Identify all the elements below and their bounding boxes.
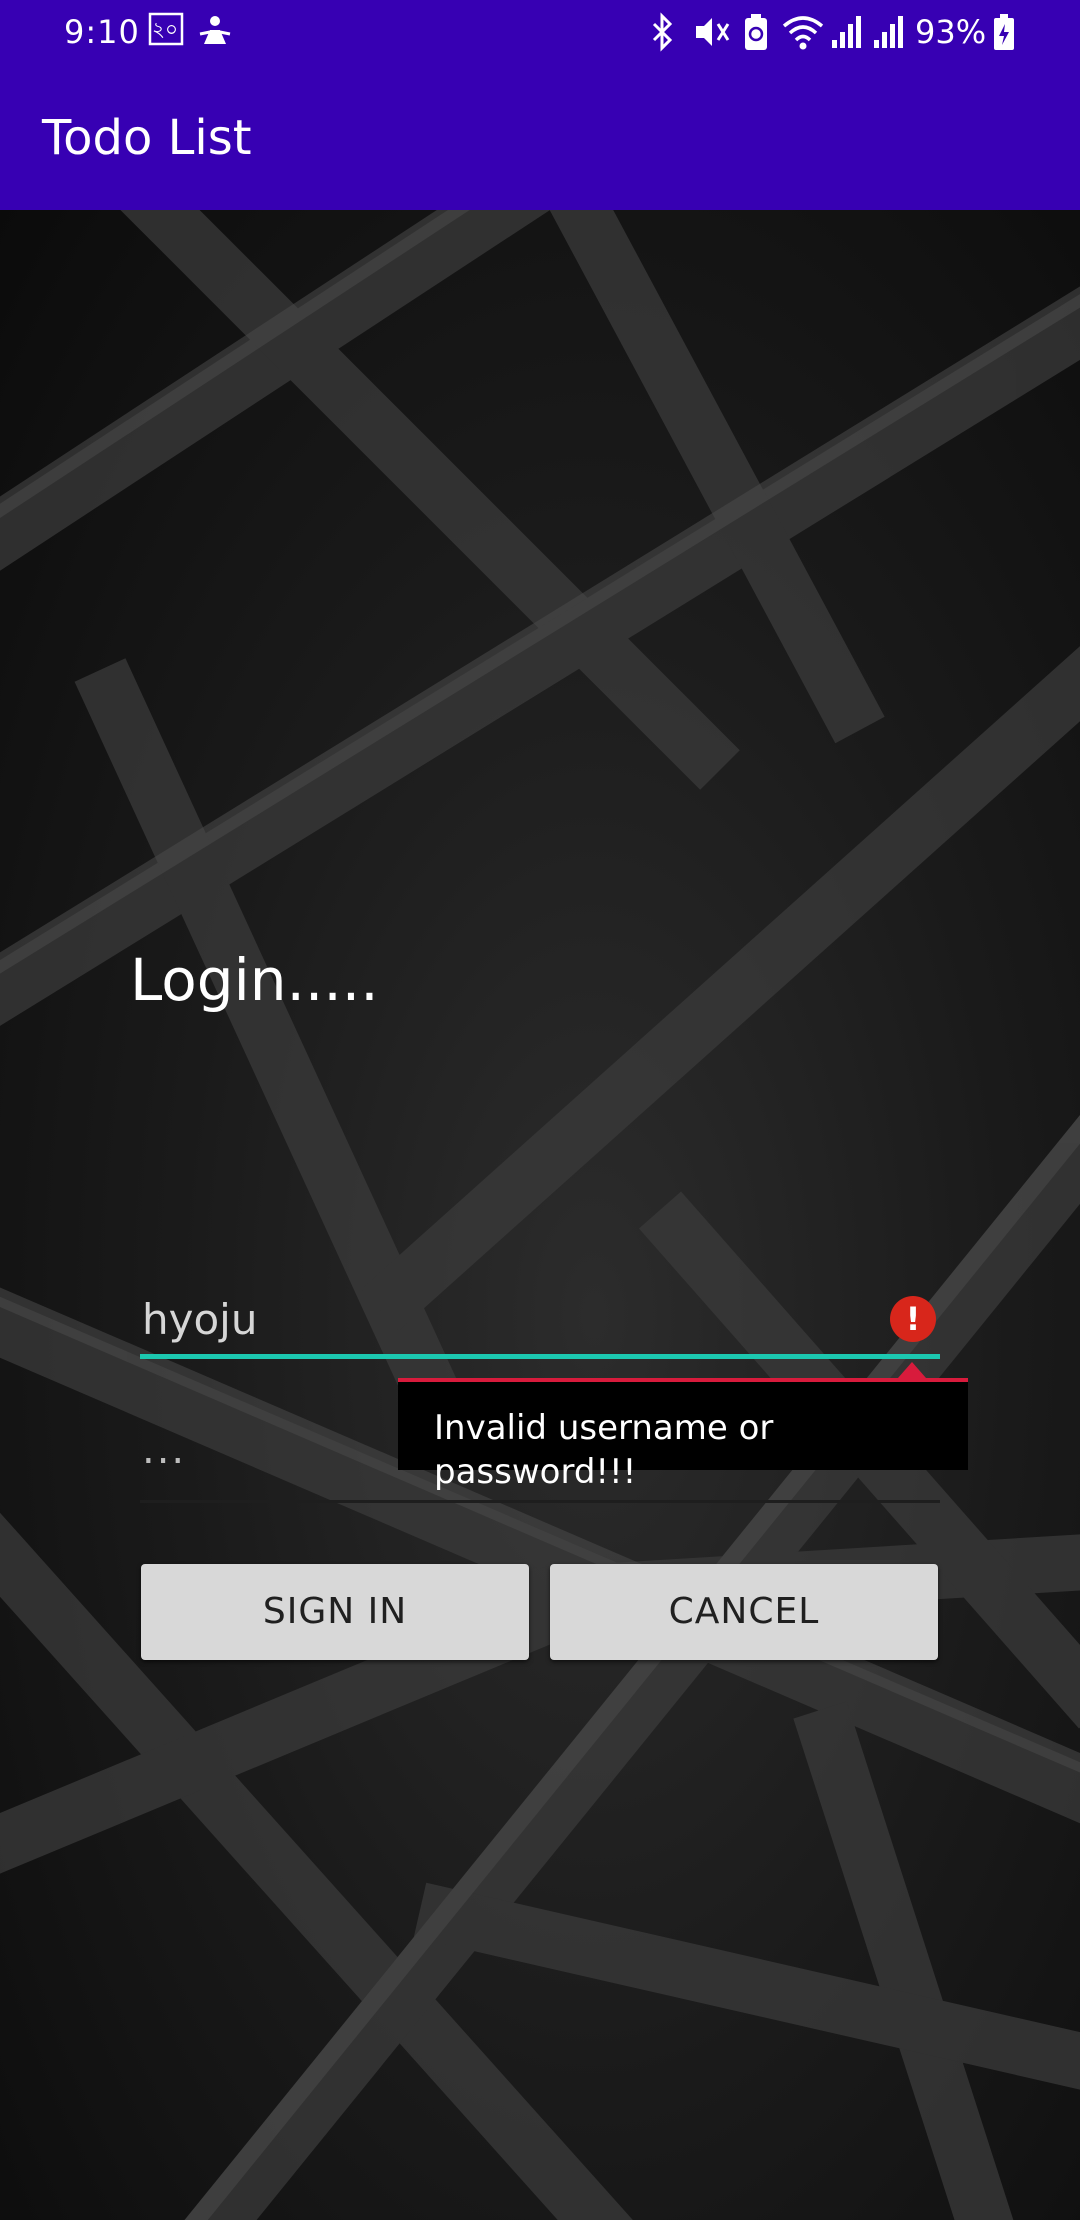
mute-icon: [692, 12, 732, 52]
wifi-icon: [780, 12, 826, 52]
signal-icon: [830, 12, 866, 52]
password-underline: [140, 1500, 940, 1503]
username-field[interactable]: hyoju !: [140, 1280, 940, 1360]
signal-icon: [872, 12, 908, 52]
sign-in-button[interactable]: SIGN IN: [141, 1564, 529, 1660]
notification-badge-text: ২০: [152, 17, 179, 41]
bluetooth-icon: [648, 12, 678, 52]
cancel-button[interactable]: CANCEL: [550, 1564, 938, 1660]
error-tooltip-arrow: [898, 1362, 926, 1378]
username-underline: [140, 1354, 940, 1359]
status-time: 9:10: [64, 13, 140, 51]
error-icon: !: [890, 1296, 936, 1342]
username-input[interactable]: hyoju: [142, 1290, 257, 1350]
error-message: Invalid username or password!!!: [434, 1408, 774, 1492]
app-bar: Todo List: [0, 64, 1080, 210]
login-screen: Login..... hyoju ! ... Invalid username …: [0, 210, 1080, 2220]
battery-percent: 93%: [915, 13, 987, 51]
battery-icon: [992, 12, 1016, 52]
assistant-icon: [198, 12, 232, 52]
password-input[interactable]: ...: [142, 1420, 186, 1480]
status-bar: 9:10 ২০ 93%: [0, 0, 1080, 64]
app-title: Todo List: [42, 110, 252, 166]
login-heading: Login.....: [130, 946, 379, 1014]
background-image: [0, 210, 1080, 2220]
battery-saver-icon: [742, 12, 770, 52]
error-tooltip: Invalid username or password!!!: [398, 1362, 968, 1492]
